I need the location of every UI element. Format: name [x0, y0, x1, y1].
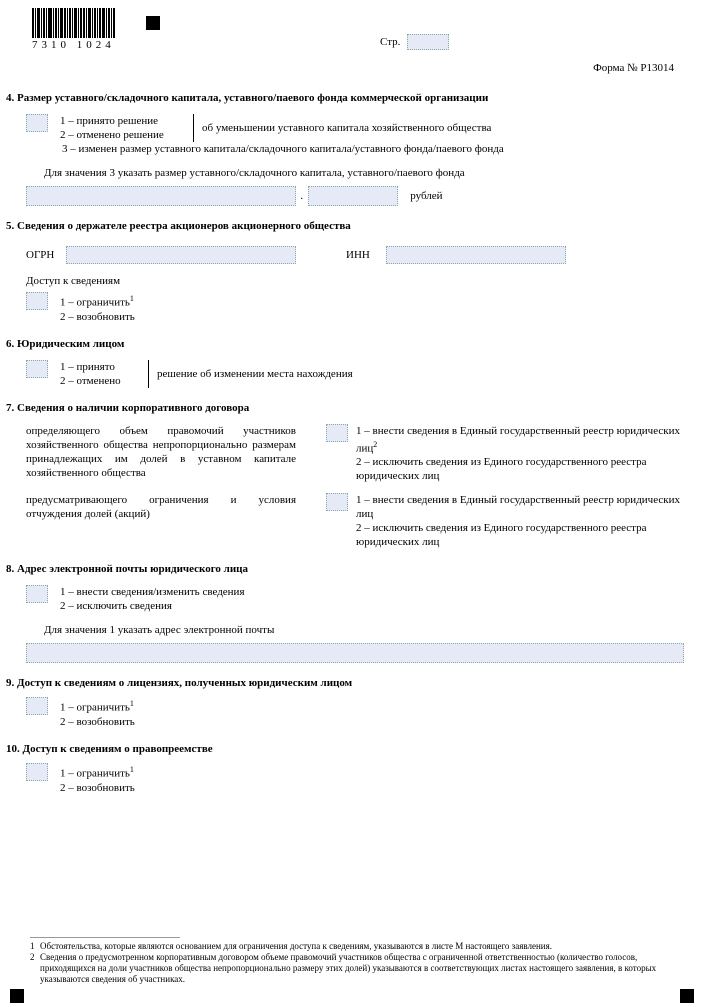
- sup-1c: 1: [130, 765, 134, 774]
- alignment-marker: [146, 16, 160, 30]
- field-7a[interactable]: [326, 424, 348, 442]
- footnotes: 1 Обстоятельства, которые являются основ…: [30, 937, 674, 985]
- sup-2: 2: [373, 440, 377, 449]
- ogrn-label: ОГРН: [26, 248, 66, 262]
- s9-opt2: 2 – возобновить: [60, 715, 135, 729]
- ogrn-field[interactable]: [66, 246, 296, 264]
- section-10-title: 10. Доступ к сведениям о правопреемстве: [6, 743, 686, 755]
- alignment-marker: [10, 989, 24, 1003]
- section-4: 4. Размер уставного/складочного капитала…: [6, 92, 686, 206]
- sup-1a: 1: [130, 294, 134, 303]
- s10-opt2: 2 – возобновить: [60, 781, 135, 795]
- field-10-select[interactable]: [26, 763, 48, 781]
- section-4-title: 4. Размер уставного/складочного капитала…: [6, 92, 686, 104]
- section-5: 5. Сведения о держателе реестра акционер…: [6, 220, 686, 324]
- email-field[interactable]: [26, 643, 684, 663]
- sup-1b: 1: [130, 699, 134, 708]
- field-7b[interactable]: [326, 493, 348, 511]
- fn2-t: Сведения о предусмотренном корпоративным…: [40, 952, 674, 985]
- s7-r2b: 2 – исключить сведения из Единого госуда…: [356, 521, 686, 549]
- section-8: 8. Адрес электронной почты юридического …: [6, 563, 686, 663]
- s4-note: Для значения 3 указать размер уставного/…: [44, 166, 686, 180]
- inn-field[interactable]: [386, 246, 566, 264]
- fn1-n: 1: [30, 941, 40, 952]
- field-4-select[interactable]: [26, 114, 48, 132]
- s7-r2a: 1 – внести сведения в Единый государстве…: [356, 493, 686, 521]
- capital-field-int[interactable]: [26, 186, 296, 206]
- s4-opt2: 2 – отменено решение: [60, 128, 185, 142]
- section-7-title: 7. Сведения о наличии корпоративного дог…: [6, 402, 686, 414]
- section-7: 7. Сведения о наличии корпоративного дог…: [6, 402, 686, 550]
- s5-opt2: 2 – возобновить: [60, 310, 135, 324]
- s5-opt1: 1 – ограничить: [60, 297, 130, 309]
- field-8-select[interactable]: [26, 585, 48, 603]
- page-field[interactable]: [407, 34, 449, 50]
- section-6-title: 6. Юридическим лицом: [6, 338, 686, 350]
- s6-opt2: 2 – отменено: [60, 374, 140, 388]
- access-label: Доступ к сведениям: [26, 274, 686, 288]
- fn1-t: Обстоятельства, которые являются основан…: [40, 941, 674, 952]
- rub-label: рублей: [410, 190, 442, 202]
- s8-note: Для значения 1 указать адрес электронной…: [44, 623, 686, 637]
- capital-field-frac[interactable]: [308, 186, 398, 206]
- str-label: Стр.: [380, 36, 400, 48]
- s4-opt1: 1 – принято решение: [60, 114, 185, 128]
- s4-opt3: 3 – изменен размер уставного капитала/ск…: [62, 142, 686, 156]
- field-6-select[interactable]: [26, 360, 48, 378]
- s8-opt1: 1 – внести сведения/изменить сведения: [60, 585, 245, 599]
- s7-leftA: определяющего объем правомочий участнико…: [26, 424, 296, 480]
- section-9: 9. Доступ к сведениям о лицензиях, получ…: [6, 677, 686, 729]
- field-5-access[interactable]: [26, 292, 48, 310]
- s10-opt1: 1 – ограничить: [60, 768, 130, 780]
- s7-leftB: предусматривающего ограничения и условия…: [26, 493, 296, 521]
- inn-label: ИНН: [346, 248, 386, 262]
- s7-r1b: 2 – исключить сведения из Единого госуда…: [356, 455, 686, 483]
- field-9-select[interactable]: [26, 697, 48, 715]
- section-10: 10. Доступ к сведениям о правопреемстве …: [6, 743, 686, 795]
- alignment-marker: [680, 989, 694, 1003]
- section-6: 6. Юридическим лицом 1 – принято 2 – отм…: [6, 338, 686, 388]
- barcode: 7310 1024: [32, 8, 116, 51]
- s4-side: об уменьшении уставного капитала хозяйст…: [202, 121, 491, 135]
- section-9-title: 9. Доступ к сведениям о лицензиях, получ…: [6, 677, 686, 689]
- section-8-title: 8. Адрес электронной почты юридического …: [6, 563, 686, 575]
- s9-opt1: 1 – ограничить: [60, 702, 130, 714]
- form-number: Форма № Р13014: [593, 62, 674, 74]
- fn2-n: 2: [30, 952, 40, 985]
- page-number-row: Стр.: [380, 34, 449, 50]
- s7-r1a: 1 – внести сведения в Единый государстве…: [356, 425, 680, 455]
- section-5-title: 5. Сведения о держателе реестра акционер…: [6, 220, 686, 232]
- s8-opt2: 2 – исключить сведения: [60, 599, 245, 613]
- barcode-text: 7310 1024: [32, 39, 116, 51]
- s6-opt1: 1 – принято: [60, 360, 140, 374]
- s6-side: решение об изменении места нахождения: [157, 367, 353, 381]
